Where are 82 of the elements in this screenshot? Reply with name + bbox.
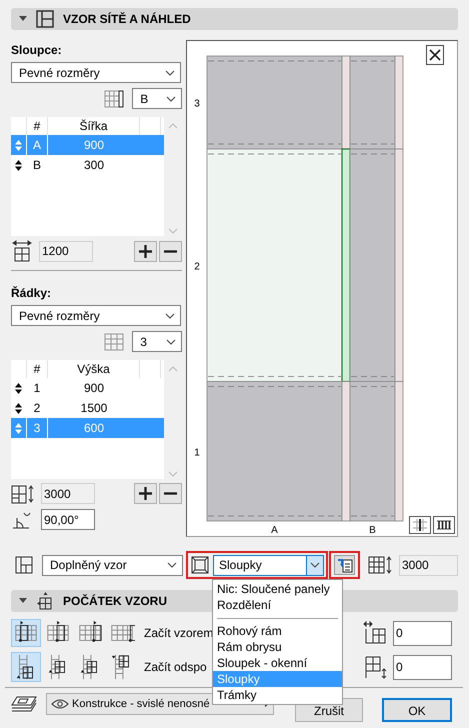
chevron-icon (310, 562, 320, 568)
plus-icon (139, 244, 152, 258)
apply-button[interactable] (334, 555, 355, 575)
disclosure-triangle-icon[interactable] (19, 15, 27, 23)
plus-icon (139, 487, 152, 500)
remove-button[interactable] (159, 240, 182, 262)
horizontal-offset-icon (363, 621, 387, 645)
column-label: B (369, 525, 376, 534)
table-cell-text: 900 (82, 380, 106, 397)
mullion-grid-icon (412, 518, 428, 532)
count-dropdown[interactable]: 3 (132, 331, 182, 352)
column-header: Výška (48, 360, 140, 378)
chevron-icon (166, 338, 176, 344)
chevron-icon (165, 70, 175, 76)
rows-grid-icon (104, 332, 124, 350)
table-cell-text: 900 (82, 137, 106, 154)
section-title: POČÁTEK VZORU (63, 594, 168, 608)
member-dropdown[interactable]: Sloupky (213, 554, 324, 576)
list-row[interactable]: B 300 (11, 155, 164, 175)
total-height-icon (11, 484, 35, 504)
count-dropdown[interactable]: B (132, 88, 182, 109)
section-title: VZOR SÍTĚ A NÁHLED (63, 12, 191, 26)
disclosure-triangle-icon[interactable] (19, 597, 27, 605)
reorder-icon[interactable] (15, 382, 22, 394)
list-row[interactable]: 1 900 (11, 378, 164, 398)
table-cell-text: 1500 (80, 400, 108, 417)
pattern-dropdown[interactable]: Doplněný vzor (42, 554, 183, 576)
mode-dropdown[interactable]: Pevné rozměry (11, 305, 181, 326)
table-cell-text: 600 (82, 420, 106, 437)
vertical-offset-icon (363, 655, 387, 679)
grid-height-icon (368, 555, 394, 575)
row-label: 2 (194, 261, 200, 272)
total-width-icon (11, 240, 33, 262)
row-label: 1 (194, 447, 200, 458)
group-label: Sloupce: (11, 42, 63, 58)
total-field[interactable]: 1200 (39, 240, 93, 262)
reorder-icon[interactable] (15, 402, 22, 414)
height-field[interactable]: 3000 (399, 554, 458, 576)
table-cell: A (27, 135, 48, 155)
origin-icon (36, 592, 54, 610)
remove-button[interactable] (159, 483, 182, 504)
apply-arrow-icon (336, 557, 352, 573)
table-cell: 1 (27, 378, 48, 398)
offset-field[interactable]: 0 (393, 620, 452, 646)
origin-option-button[interactable] (11, 619, 41, 647)
pattern-icon (14, 555, 34, 575)
table-cell: B (27, 155, 48, 175)
mode-dropdown[interactable]: Pevné rozměry (11, 62, 181, 83)
close-button[interactable] (426, 45, 444, 65)
menu-item[interactable]: Rám obrysu (213, 639, 342, 655)
view-toggle-button[interactable] (409, 516, 431, 534)
reorder-icon[interactable] (15, 160, 22, 170)
layers-icon (11, 695, 37, 713)
option-label: Začít vzorem (144, 626, 214, 640)
eye-icon (51, 699, 69, 709)
transoms-icon (436, 518, 452, 532)
group-label: Řádky: (11, 285, 52, 301)
chevron-icon (165, 312, 175, 318)
menu-item[interactable]: Nic: Sloučené panely (213, 581, 342, 597)
chevron-icon (166, 96, 176, 102)
angle-field[interactable]: 90,00° (41, 509, 95, 530)
option-label: Začít odspo (144, 660, 207, 674)
total-field[interactable]: 3000 (41, 483, 95, 504)
origin-option-button[interactable] (11, 652, 41, 682)
chevron-icon (167, 562, 177, 568)
menu-item[interactable]: Sloupek - okenní (213, 655, 342, 671)
columns-grid-icon (104, 90, 124, 108)
menu-item[interactable]: Rohový rám (213, 623, 342, 639)
add-button[interactable] (134, 483, 158, 504)
row-label: 3 (194, 98, 200, 110)
menu-item[interactable]: Rozdělení (213, 597, 342, 613)
add-button[interactable] (134, 240, 158, 262)
column-header: # (27, 360, 48, 378)
column-label: A (271, 525, 278, 534)
offset-field[interactable]: 0 (393, 654, 452, 680)
layout-icon (36, 10, 54, 28)
table-cell: 3 (27, 418, 48, 438)
view-toggle-button[interactable] (433, 516, 455, 534)
table-cell-text: 300 (82, 157, 106, 174)
ok-button[interactable]: OK (382, 698, 452, 722)
frame-icon (191, 556, 209, 574)
close-icon (429, 49, 441, 61)
